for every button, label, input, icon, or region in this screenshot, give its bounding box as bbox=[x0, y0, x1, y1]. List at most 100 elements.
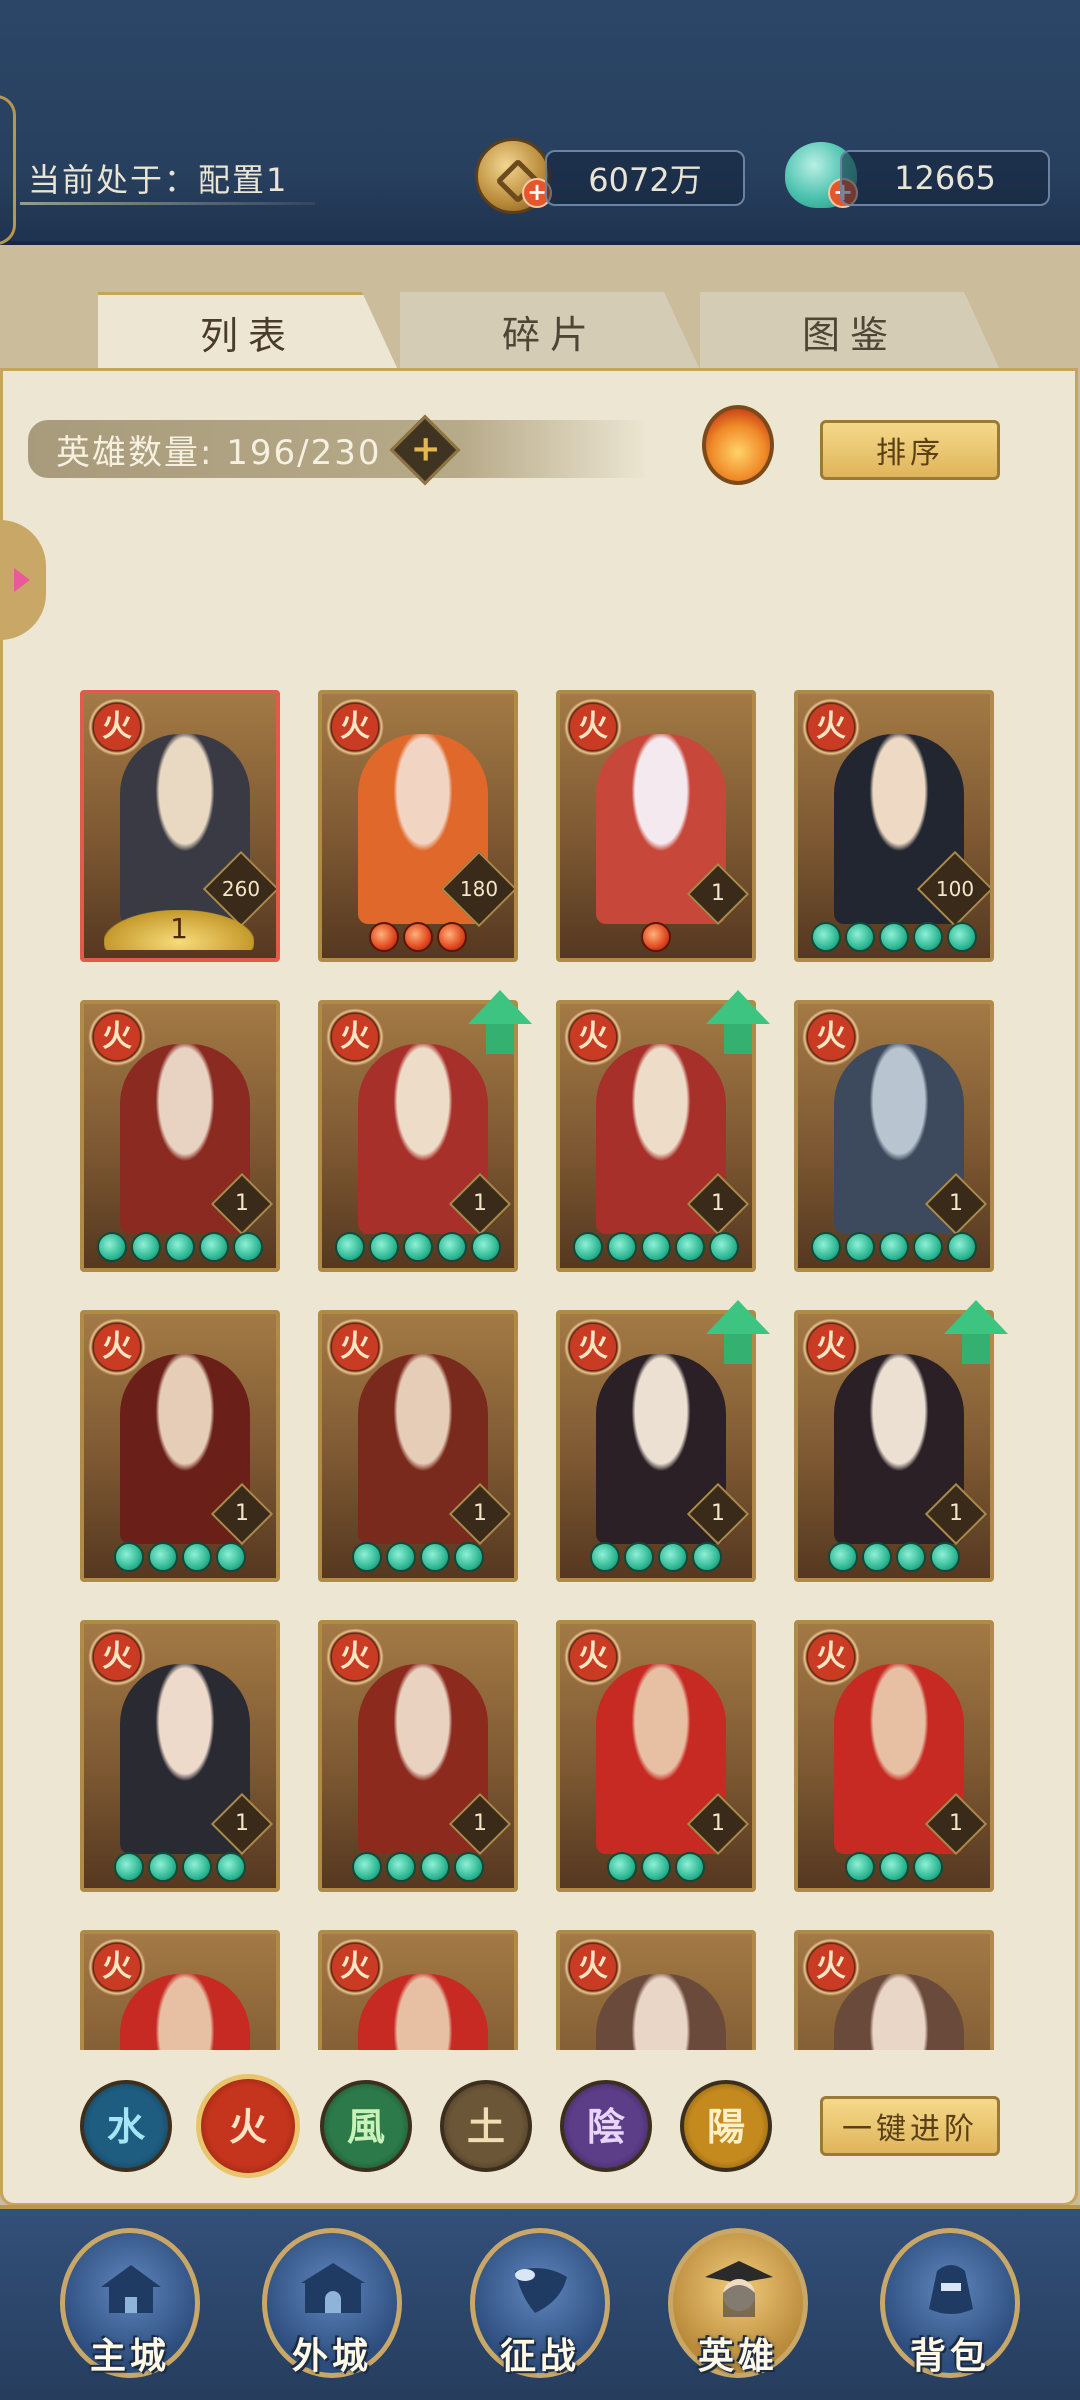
nav-main-city[interactable]: 主城 bbox=[60, 2228, 200, 2378]
gate-icon bbox=[301, 2263, 365, 2313]
star-orb-icon bbox=[913, 922, 943, 952]
hero-card[interactable]: 火1 bbox=[556, 690, 756, 962]
hero-card[interactable]: 火 180 bbox=[318, 690, 518, 962]
tab-list[interactable]: 列表 bbox=[98, 292, 398, 370]
nav-campaign-label: 征战 bbox=[499, 2336, 580, 2377]
fire-element-icon: 火 bbox=[326, 1938, 384, 1996]
hero-card[interactable]: 火 bbox=[556, 1930, 756, 2050]
star-orb-icon bbox=[471, 1232, 501, 1262]
upgrade-arrow-icon bbox=[944, 1300, 1008, 1364]
hero-level-text: 1 bbox=[711, 881, 725, 906]
nav-backpack-label: 背包 bbox=[909, 2336, 990, 2377]
star-orb-icon bbox=[454, 1542, 484, 1572]
star-orb-icon bbox=[641, 1852, 671, 1882]
star-orb-icon bbox=[879, 1232, 909, 1262]
hero-card[interactable]: 火 260 1 bbox=[80, 690, 280, 962]
hero-card[interactable]: 火 bbox=[794, 1930, 994, 2050]
element-filter-yin[interactable]: 陰 bbox=[560, 2080, 652, 2172]
awaken-crown-icon: 1 bbox=[104, 910, 254, 950]
hero-card[interactable]: 火 bbox=[80, 1930, 280, 2050]
star-orb-icon bbox=[811, 1232, 841, 1262]
fire-element-icon: 火 bbox=[802, 1938, 860, 1996]
nav-backpack[interactable]: 背包 bbox=[880, 2228, 1020, 2378]
star-orb-icon bbox=[420, 1542, 450, 1572]
hero-level-text: 1 bbox=[711, 1191, 725, 1216]
star-orb-icon bbox=[182, 1542, 212, 1572]
hero-star-row bbox=[322, 922, 514, 952]
star-orb-icon bbox=[641, 1232, 671, 1262]
jade-amount: 12665 bbox=[840, 150, 1050, 206]
element-filter-water[interactable]: 水 bbox=[80, 2080, 172, 2172]
star-orb-icon bbox=[437, 1232, 467, 1262]
element-filter-fire[interactable]: 火 bbox=[196, 2074, 300, 2178]
star-orb-icon bbox=[879, 922, 909, 952]
hero-card[interactable]: 火1 bbox=[794, 1000, 994, 1272]
element-filter-yang[interactable]: 陽 bbox=[680, 2080, 772, 2172]
hero-portrait bbox=[358, 1974, 488, 2050]
hero-card[interactable]: 火1 bbox=[80, 1620, 280, 1892]
hero-card[interactable]: 火1 bbox=[318, 1620, 518, 1892]
star-orb-icon bbox=[114, 1852, 144, 1882]
star-orb-icon bbox=[148, 1542, 178, 1572]
fire-element-icon: 火 bbox=[564, 698, 622, 756]
hero-count: 英雄数量: 196/230 bbox=[28, 420, 648, 478]
hero-level-text: 100 bbox=[935, 877, 975, 901]
hero-card[interactable]: 火1 bbox=[318, 1310, 518, 1582]
star-orb-icon bbox=[131, 1232, 161, 1262]
star-orb-icon bbox=[845, 922, 875, 952]
hero-card[interactable]: 火 bbox=[318, 1930, 518, 2050]
star-orb-icon bbox=[896, 1542, 926, 1572]
star-orb-icon bbox=[947, 922, 977, 952]
star-orb-icon bbox=[97, 1232, 127, 1262]
fire-element-icon: 火 bbox=[88, 1628, 146, 1686]
upgrade-arrow-icon bbox=[706, 990, 770, 1054]
star-orb-icon bbox=[590, 1542, 620, 1572]
element-filter-wind[interactable]: 風 bbox=[320, 2080, 412, 2172]
star-orb-icon bbox=[335, 1232, 365, 1262]
fire-element-icon: 火 bbox=[564, 1318, 622, 1376]
fire-element-icon: 火 bbox=[88, 1008, 146, 1066]
config-label[interactable]: 当前处于：配置1 bbox=[28, 155, 288, 201]
hero-card[interactable]: 火 100 bbox=[794, 690, 994, 962]
nav-outer-city-label: 外城 bbox=[291, 2336, 372, 2377]
star-orb-icon bbox=[165, 1232, 195, 1262]
hero-portrait bbox=[834, 1974, 964, 2050]
fire-flame-icon[interactable] bbox=[702, 405, 774, 485]
tab-atlas[interactable]: 图鉴 bbox=[700, 292, 1000, 370]
star-orb-icon bbox=[573, 1232, 603, 1262]
horn-icon bbox=[515, 2268, 567, 2313]
fire-element-icon: 火 bbox=[564, 1628, 622, 1686]
hero-card[interactable]: 火1 bbox=[556, 1620, 756, 1892]
fire-element-icon: 火 bbox=[88, 1318, 146, 1376]
plus-icon: + bbox=[410, 428, 441, 470]
fire-element-icon: 火 bbox=[802, 1318, 860, 1376]
sort-button[interactable]: 排序 bbox=[820, 420, 1000, 480]
star-orb-icon bbox=[369, 1232, 399, 1262]
fire-element-icon: 火 bbox=[326, 1628, 384, 1686]
nav-campaign[interactable]: 征战 bbox=[470, 2228, 610, 2378]
hero-star-row bbox=[798, 1852, 990, 1882]
star-orb-icon bbox=[709, 1232, 739, 1262]
star-orb-icon bbox=[607, 1232, 637, 1262]
star-orb-icon bbox=[352, 1852, 382, 1882]
tab-fragments[interactable]: 碎片 bbox=[400, 292, 700, 370]
hero-card[interactable]: 火1 bbox=[794, 1620, 994, 1892]
nav-heroes[interactable]: 英雄 bbox=[668, 2228, 808, 2378]
hero-portrait bbox=[596, 1974, 726, 2050]
element-filter-earth[interactable]: 土 bbox=[440, 2080, 532, 2172]
star-orb-icon bbox=[199, 1232, 229, 1262]
fire-element-icon: 火 bbox=[564, 1938, 622, 1996]
fire-element-icon: 火 bbox=[802, 698, 860, 756]
nav-outer-city[interactable]: 外城 bbox=[262, 2228, 402, 2378]
nav-main-city-label: 主城 bbox=[89, 2336, 170, 2377]
hero-card[interactable]: 火1 bbox=[80, 1000, 280, 1272]
hero-card[interactable]: 火1 bbox=[80, 1310, 280, 1582]
hero-star-row bbox=[322, 1232, 514, 1262]
hero-grid: 火 260 1 火 180 火 1 火 100 火 1 火 1 火 1 火 1 火 1 火 1 火 1 火 1 火 1 火 1 火 1 火 1 火… bbox=[60, 690, 1030, 2050]
one-click-promote-button[interactable]: 一键进阶 bbox=[820, 2096, 1000, 2156]
star-orb-icon bbox=[811, 922, 841, 952]
upgrade-arrow-icon bbox=[706, 1300, 770, 1364]
star-orb-icon bbox=[386, 1542, 416, 1572]
hero-star-row bbox=[560, 922, 752, 952]
star-orb-icon bbox=[454, 1852, 484, 1882]
